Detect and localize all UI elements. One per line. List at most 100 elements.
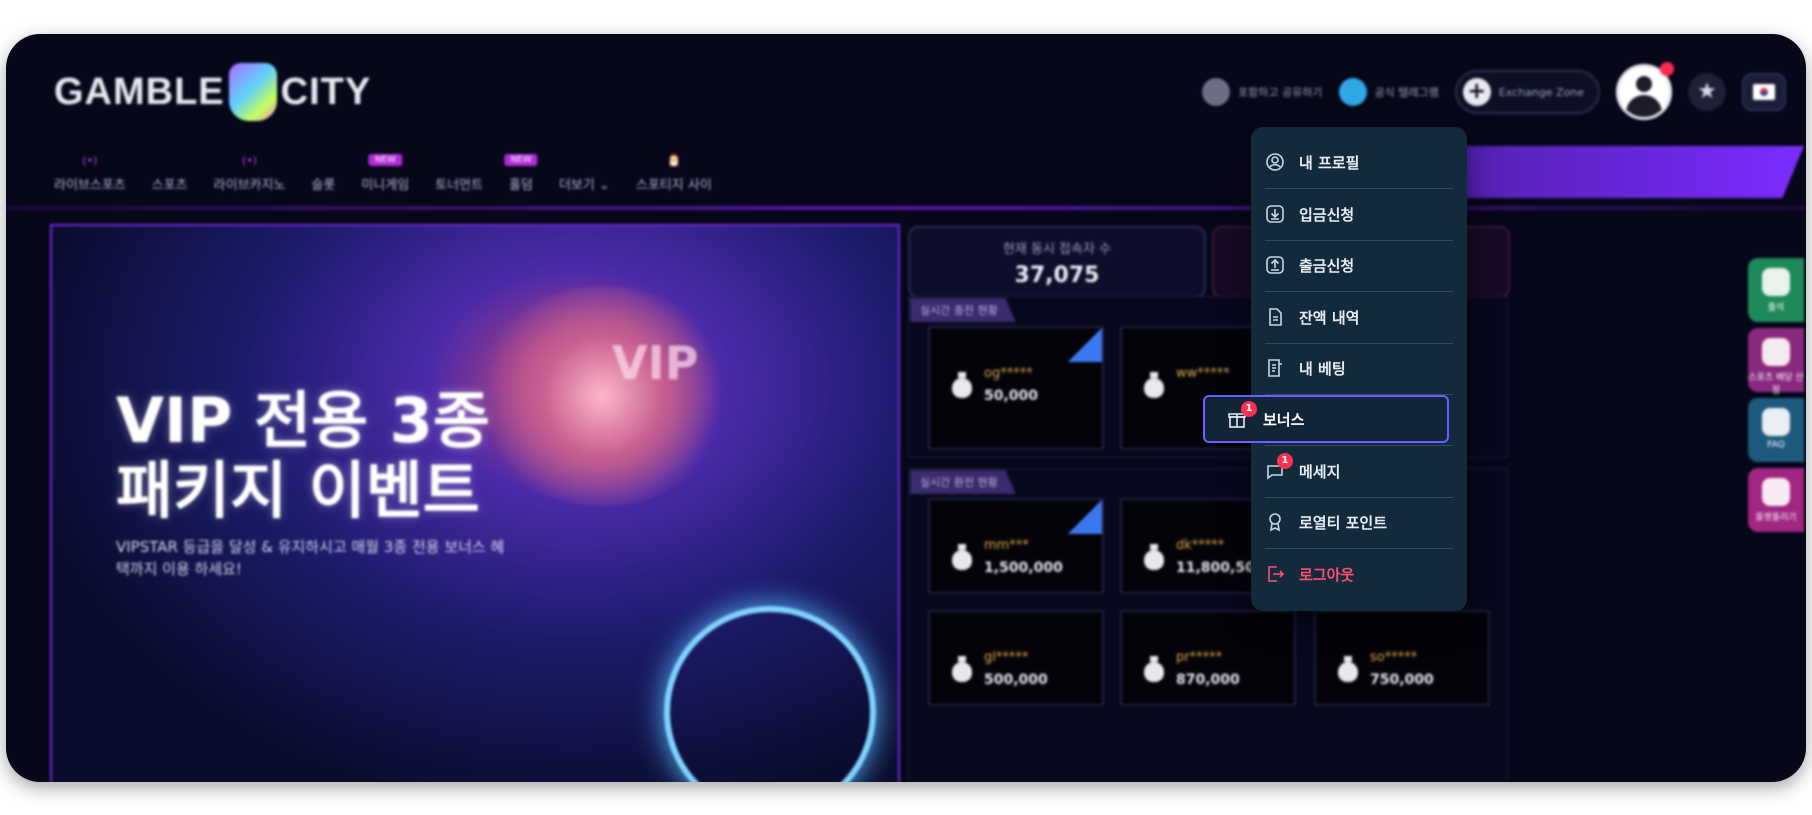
menu-item-profile[interactable]: 내 프로필	[1265, 137, 1453, 187]
chevron-down-icon: ⌄	[598, 178, 610, 193]
chat-icon	[1762, 408, 1790, 436]
menu-item-balance-history[interactable]: 잔액 내역	[1265, 292, 1453, 342]
menu-item-withdraw[interactable]: 출금신청	[1265, 240, 1453, 290]
attendance-button[interactable]: 출석	[1748, 258, 1804, 322]
loyalty-icon	[1265, 512, 1285, 532]
money-bag-icon	[1338, 656, 1358, 682]
withdraw-card: gl***** 500,000	[928, 610, 1104, 706]
share-link-label: 포함하고 공유하기	[1238, 86, 1323, 99]
menu-item-my-bets[interactable]: 내 베팅	[1265, 343, 1453, 393]
main-nav: (•) 라이브스포츠 스포츠 (•) 라이브카지노 슬롯 NEW 미니게임 토너…	[54, 154, 712, 193]
deposit-amount: 50,000	[984, 388, 1039, 404]
globe-icon	[1202, 78, 1231, 106]
menu-label: 메세지	[1299, 462, 1341, 481]
deposit-section-tab: 실시간 충전 현황	[910, 298, 1016, 322]
withdraw-user: gl*****	[984, 650, 1029, 665]
favorites-star-icon[interactable]: ★	[1688, 73, 1726, 111]
nav-label: 라이브스포츠	[54, 178, 126, 193]
avatar-head	[1636, 76, 1652, 92]
concurrent-users-label: 현재 동시 접속자 수	[1002, 242, 1112, 257]
telegram-link[interactable]: 공식 텔레그램	[1338, 78, 1439, 106]
deposit-user: ww*****	[1176, 366, 1230, 381]
withdraw-user: mm***	[984, 538, 1029, 553]
logout-icon	[1265, 564, 1285, 584]
notification-dot	[1660, 62, 1674, 76]
nav-label: 라이브카지노	[213, 178, 286, 193]
deposit-card: og***** 50,000	[928, 326, 1104, 450]
menu-item-message[interactable]: 1 메세지	[1265, 446, 1453, 496]
banner-title: VIP 전용 3종 패키지 이벤트	[116, 384, 490, 527]
concurrent-users-card: 현재 동시 접속자 수 37,075	[908, 226, 1206, 298]
bonus-icon: 1	[1227, 401, 1257, 429]
nav-item-holdem[interactable]: NEW 홀덤	[504, 154, 538, 193]
side-button-label: 스포츠 배당 산정	[1748, 373, 1804, 396]
promo-banner[interactable]: VIP VIP 전용 3종 패키지 이벤트 VIPSTAR 등급을 달성 & 유…	[50, 224, 900, 782]
message-icon: 1	[1265, 453, 1293, 481]
withdraw-card: so***** 750,000	[1314, 610, 1490, 706]
money-bag-icon	[1144, 656, 1164, 682]
nav-item-tournament[interactable]: 토너먼트	[435, 174, 483, 193]
betting-icon	[1265, 358, 1285, 378]
nav-item-special[interactable]: 🎅 스포티지 사이	[635, 154, 712, 193]
new-ribbon	[1068, 500, 1102, 534]
menu-label: 내 프로필	[1299, 153, 1360, 172]
side-button-label: FAQ	[1767, 440, 1785, 450]
menu-label: 로열티 포인트	[1299, 513, 1388, 532]
background-page: GAMBLE CITY 포함하고 공유하기 공식 텔레그램 + Exchange…	[6, 34, 1806, 782]
new-badge: NEW	[368, 154, 402, 166]
santa-icon: 🎅	[666, 154, 681, 167]
banner-art-vip: VIP	[612, 336, 699, 390]
withdraw-amount: 750,000	[1370, 672, 1434, 688]
nav-label: 미니게임	[361, 178, 410, 193]
exchange-zone-button[interactable]: + Exchange Zone	[1454, 70, 1600, 114]
money-bag-icon	[952, 372, 972, 398]
nav-label: 슬롯	[311, 178, 336, 193]
withdraw-section-tab: 실시간 환전 현황	[910, 470, 1016, 494]
nav-divider	[6, 206, 1806, 210]
calendar-icon	[1762, 268, 1790, 296]
roulette-button[interactable]: 룰렛돌리기	[1748, 468, 1804, 532]
nav-item-live-casino[interactable]: (•) 라이브카지노	[213, 154, 286, 193]
menu-item-loyalty[interactable]: 로열티 포인트	[1265, 497, 1453, 547]
withdraw-icon	[1265, 255, 1285, 275]
withdraw-amount: 11,800,50	[1176, 560, 1255, 576]
avatar-wrapper	[1616, 62, 1674, 120]
new-ribbon	[1068, 328, 1102, 362]
side-button-label: 출석	[1767, 303, 1785, 313]
menu-item-logout[interactable]: 로그아웃	[1265, 549, 1453, 599]
exchange-zone-label: Exchange Zone	[1498, 85, 1584, 99]
faq-button[interactable]: FAQ	[1748, 398, 1804, 462]
nav-item-minigames[interactable]: NEW 미니게임	[361, 154, 410, 193]
nav-item-slots[interactable]: 슬롯	[311, 174, 335, 193]
nav-item-more[interactable]: 더보기 ⌄	[559, 174, 610, 193]
roulette-icon	[1762, 478, 1790, 506]
korea-flag-icon	[1753, 84, 1775, 100]
new-badge: NEW	[504, 154, 538, 166]
site-logo[interactable]: GAMBLE CITY	[54, 62, 371, 122]
side-button-label: 룰렛돌리기	[1755, 513, 1797, 523]
menu-item-bonus[interactable]: 1 보너스	[1203, 395, 1449, 443]
odds-button[interactable]: 스포츠 배당 산정	[1748, 328, 1804, 396]
menu-label: 로그아웃	[1299, 565, 1355, 584]
header-actions: 포함하고 공유하기 공식 텔레그램 + Exchange Zone ★	[1202, 62, 1786, 120]
user-dropdown-menu: 내 프로필 입금신청 출금신청 잔액 내역 내 베팅 1 메세지 로열티 포인트…	[1251, 127, 1467, 611]
share-link[interactable]: 포함하고 공유하기	[1202, 78, 1323, 106]
nav-item-live-sports[interactable]: (•) 라이브스포츠	[54, 154, 126, 193]
plus-icon: +	[1462, 78, 1491, 106]
nav-label: 토너먼트	[435, 178, 484, 193]
withdraw-user: pr*****	[1176, 650, 1223, 665]
banner-art-glow	[472, 286, 732, 506]
menu-item-deposit[interactable]: 입금신청	[1265, 189, 1453, 239]
language-selector[interactable]	[1742, 73, 1786, 111]
balance-history-icon	[1265, 307, 1285, 327]
telegram-icon	[1338, 78, 1367, 106]
menu-label: 입금신청	[1299, 205, 1355, 224]
avatar-body	[1626, 95, 1662, 117]
withdraw-card: mm*** 1,500,000	[928, 498, 1104, 594]
logo-mark-icon	[228, 63, 277, 121]
profile-icon	[1265, 152, 1285, 172]
withdraw-amount: 500,000	[984, 672, 1048, 688]
nav-label: 스포티지 사이	[635, 178, 712, 193]
odds-icon	[1762, 338, 1790, 366]
nav-item-sports[interactable]: 스포츠	[152, 174, 188, 193]
